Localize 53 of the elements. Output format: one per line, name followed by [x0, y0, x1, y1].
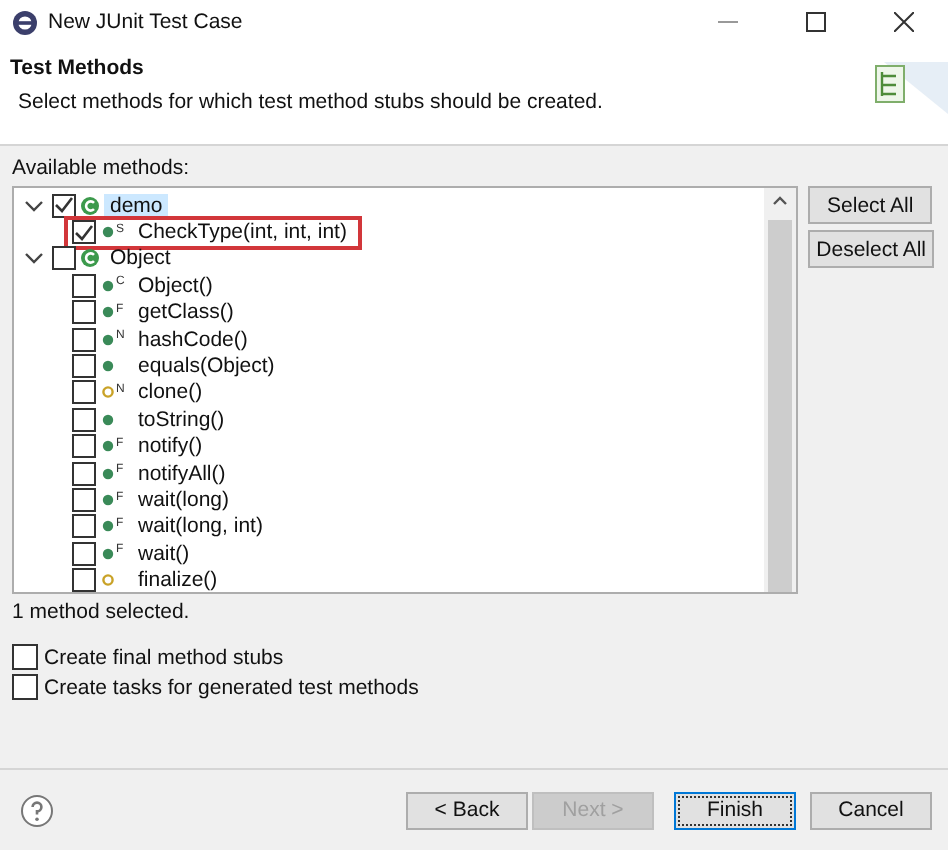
class-icon: [80, 248, 100, 269]
checkbox[interactable]: [72, 568, 96, 592]
chevron-down-icon[interactable]: [24, 250, 44, 267]
class-name[interactable]: demo: [104, 193, 169, 218]
status-text: 1 method selected.: [12, 600, 192, 628]
method-name[interactable]: toString(): [132, 407, 231, 432]
method-name[interactable]: notifyAll(): [132, 461, 232, 486]
checkbox[interactable]: [72, 488, 96, 512]
method-name[interactable]: hashCode(): [132, 327, 254, 352]
class-name[interactable]: Object: [104, 246, 177, 271]
wizard-button[interactable]: Cancel: [810, 791, 932, 829]
app-icon: [12, 9, 38, 35]
page-title: Test Methods: [10, 56, 146, 80]
method-name[interactable]: equals(Object): [132, 354, 281, 379]
scrollbar[interactable]: [764, 188, 797, 592]
checkbox[interactable]: [72, 434, 96, 459]
window-title: New JUnit Test Case: [48, 10, 243, 34]
page-description: Select methods for which test method stubs should be created.: [18, 90, 605, 114]
checkbox[interactable]: [12, 674, 38, 700]
method-name[interactable]: CheckType(int, int, int): [132, 220, 353, 245]
method-name[interactable]: Object(): [132, 273, 219, 298]
method-name[interactable]: wait(long): [132, 488, 236, 512]
option-label[interactable]: Create tasks for generated test methods: [44, 675, 419, 699]
checkbox[interactable]: [72, 541, 96, 566]
checkbox[interactable]: [72, 327, 96, 352]
method-name[interactable]: notify(): [132, 434, 209, 459]
checkbox[interactable]: [52, 246, 76, 271]
method-name[interactable]: wait(): [132, 541, 196, 566]
checkbox[interactable]: [52, 193, 76, 218]
checkbox[interactable]: [72, 380, 96, 405]
deselect-all-button[interactable]: Deselect All: [808, 230, 934, 268]
chevron-down-icon[interactable]: [24, 197, 44, 214]
method-name[interactable]: getClass(): [132, 300, 240, 325]
checkbox[interactable]: [72, 407, 96, 432]
section-label: Available methods:: [12, 156, 192, 182]
option-label[interactable]: Create final method stubs: [44, 645, 284, 669]
checkbox[interactable]: [72, 220, 96, 245]
select-all-button[interactable]: Select All: [808, 186, 933, 224]
method-name[interactable]: wait(long, int): [132, 514, 269, 539]
checkbox[interactable]: [12, 644, 38, 670]
maximize-icon[interactable]: [806, 12, 826, 32]
checkbox[interactable]: [72, 514, 96, 539]
class-icon: [80, 195, 100, 216]
checkbox[interactable]: [72, 461, 96, 486]
help-icon[interactable]: [20, 793, 54, 827]
checkbox[interactable]: [72, 300, 96, 325]
checkbox[interactable]: [72, 273, 96, 298]
checkbox[interactable]: [72, 354, 96, 379]
wizard-button[interactable]: Finish: [674, 791, 796, 829]
wizard-button[interactable]: < Back: [406, 791, 528, 829]
method-name[interactable]: clone(): [132, 380, 209, 405]
method-name[interactable]: finalize(): [132, 568, 224, 592]
close-icon[interactable]: [894, 12, 914, 32]
